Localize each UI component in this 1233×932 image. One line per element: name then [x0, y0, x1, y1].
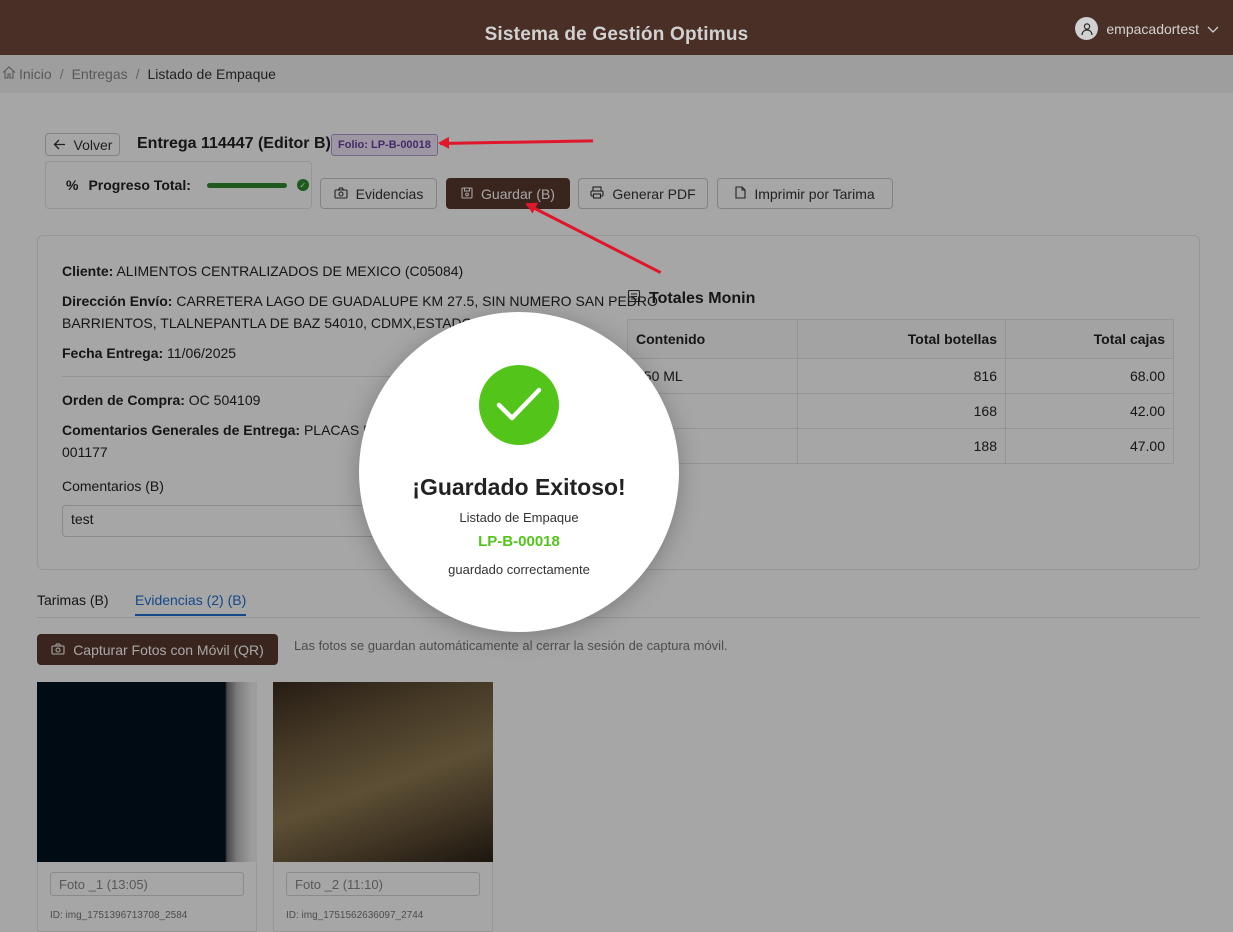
modal-subtitle: Listado de Empaque [459, 510, 579, 525]
modal-folio: LP-B-00018 [478, 533, 560, 550]
success-modal: ¡Guardado Exitoso! Listado de Empaque LP… [359, 312, 679, 632]
modal-message: guardado correctamente [448, 562, 590, 577]
header-overlay [0, 0, 1233, 55]
modal-title: ¡Guardado Exitoso! [412, 474, 626, 500]
check-icon [479, 365, 559, 445]
